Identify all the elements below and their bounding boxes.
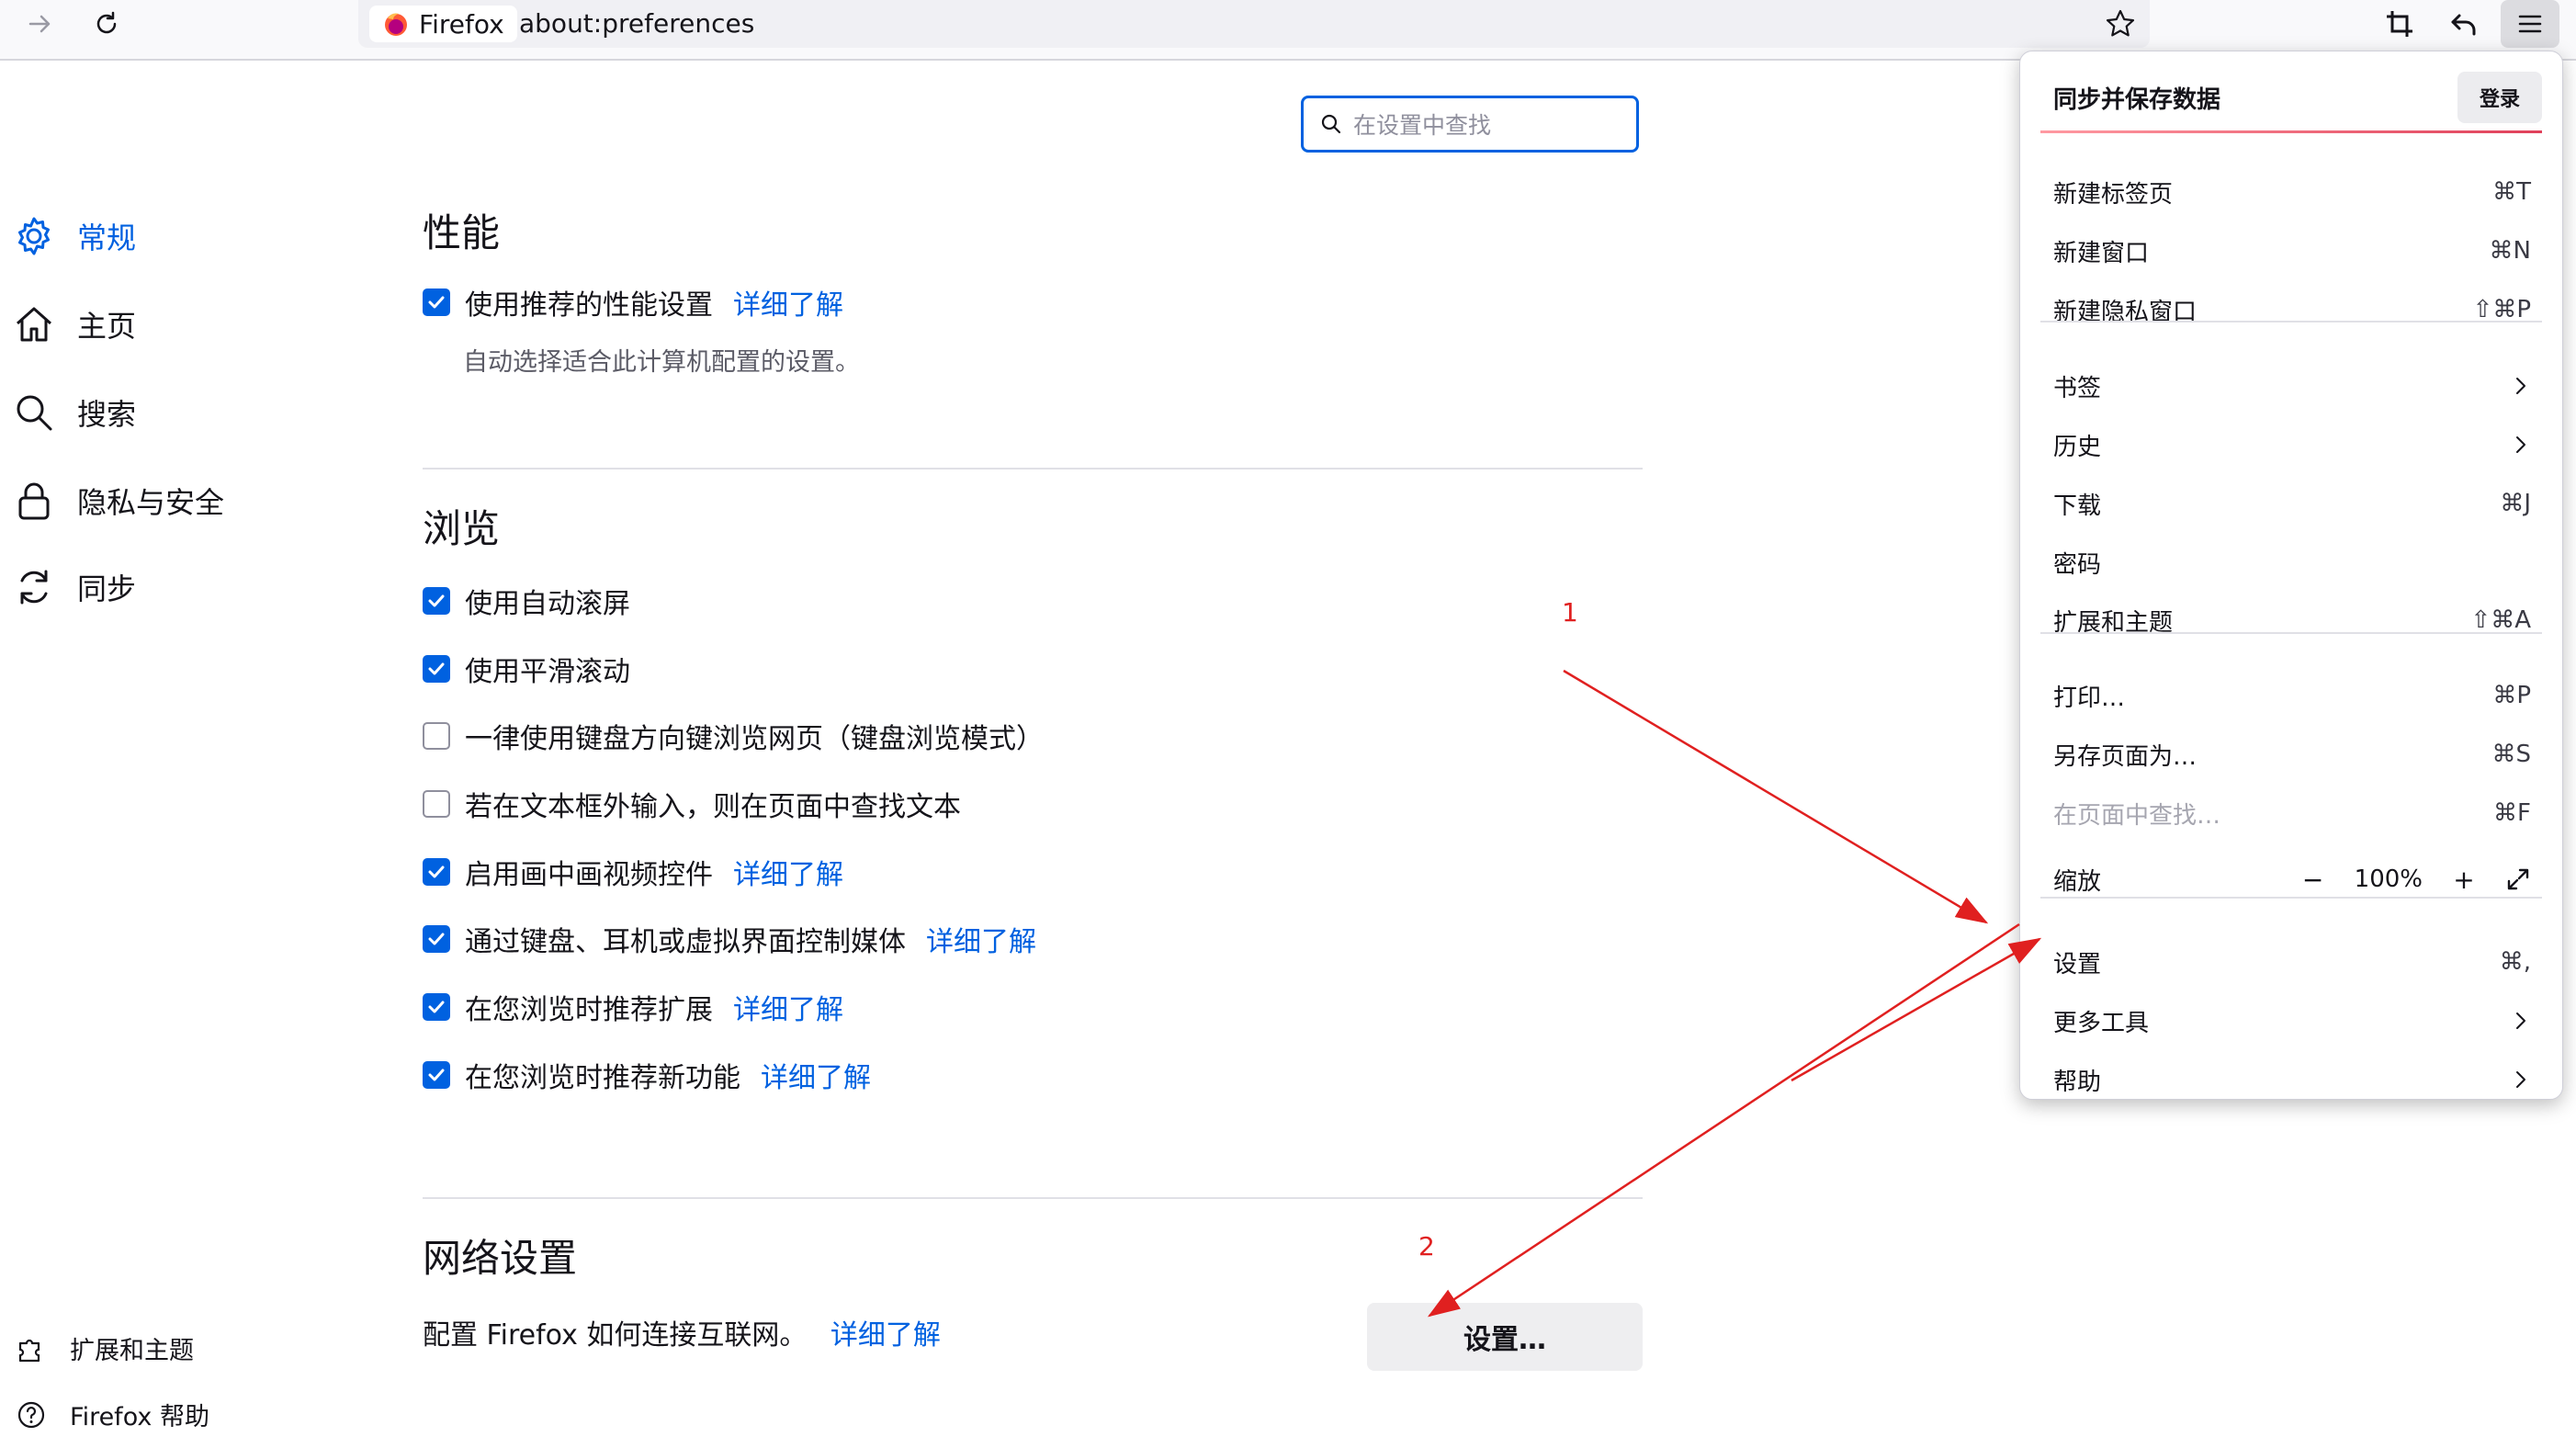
annotation-arrows: [1427, 669, 2042, 1318]
annotation-arrow-2: [1427, 922, 2020, 1318]
annotation-arrow-3: [1791, 937, 2042, 1082]
annotation-arrow-1: [1563, 669, 1989, 924]
